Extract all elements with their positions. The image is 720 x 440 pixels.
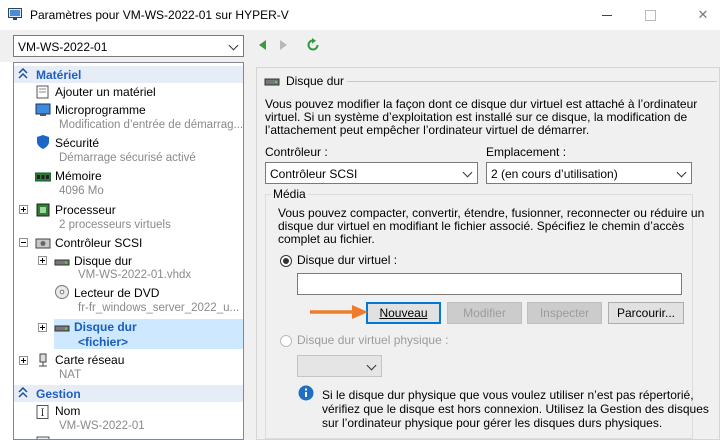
materiel-section-header[interactable]: Matériel: [14, 66, 243, 83]
info-line-2: vérifiez que le disque est hors connexio…: [322, 402, 709, 416]
browse-button[interactable]: Parcourir...: [608, 302, 684, 324]
virtual-disk-radio-label: Disque dur virtuel :: [297, 253, 398, 267]
collapse-chevron-icon[interactable]: [18, 68, 28, 80]
scsi-controller-icon: [35, 238, 51, 249]
tree-item-processor[interactable]: Processeur: [55, 203, 116, 219]
location-select[interactable]: 2 (en cours d’utilisation): [486, 162, 692, 184]
info-line-1: Si le disque dur physique que vous voule…: [322, 388, 694, 402]
annotation-arrow-icon: [310, 305, 368, 319]
hard-disk-icon: [264, 78, 280, 86]
hyper-v-settings-icon: [8, 8, 22, 20]
dvd-drive-detail: fr-fr_windows_server_2022_u...: [78, 302, 240, 314]
gestion-header-label: Gestion: [36, 387, 81, 401]
chevron-down-icon[interactable]: [226, 36, 243, 56]
physical-disk-radio-label: Disque dur virtuel physique :: [297, 333, 449, 347]
tree-item-firmware[interactable]: Microprogramme: [55, 103, 146, 119]
vm-selector-value: VM-WS-2022-01: [18, 40, 108, 54]
materiel-header-label: Matériel: [36, 68, 82, 82]
maximize-button[interactable]: [643, 8, 657, 22]
security-detail: Démarrage sécurisé activé: [59, 152, 196, 164]
tree-item-dvd-drive[interactable]: Lecteur de DVD: [74, 286, 159, 302]
description-line-3: l’attachement peut empêcher l’ordinateur…: [265, 123, 590, 137]
firmware-detail: Modification d’entrée de démarrag...: [59, 119, 244, 131]
settings-pane: Disque dur Vous pouvez modifier la façon…: [252, 62, 720, 440]
dvd-icon: [55, 285, 69, 299]
pane-splitter[interactable]: [244, 62, 252, 440]
tree-item-add-hardware[interactable]: Ajouter un matériel: [55, 85, 156, 101]
vm-selector[interactable]: VM-WS-2022-01: [13, 35, 244, 57]
chevron-down-icon[interactable]: [460, 163, 477, 183]
hard-disk-settings-panel: Disque dur Vous pouvez modifier la façon…: [256, 67, 720, 440]
collapse-chevron-icon[interactable]: [18, 387, 28, 399]
tree-item-hard-disk-2[interactable]: Disque dur: [74, 320, 137, 336]
title-divider: [347, 81, 717, 82]
virtual-disk-path-input[interactable]: [297, 273, 682, 295]
network-adapter-detail: NAT: [59, 369, 82, 381]
physical-disk-select[interactable]: [297, 355, 382, 377]
hard-disk-2-detail: <fichier>: [78, 335, 129, 349]
tree-item-network-adapter[interactable]: Carte réseau: [55, 353, 124, 369]
integration-services-icon: [36, 436, 50, 439]
tree-item-name[interactable]: Nom: [55, 404, 80, 420]
expand-nic-button[interactable]: [19, 356, 28, 365]
edit-button[interactable]: Modifier: [447, 302, 522, 324]
virtual-disk-radio[interactable]: [280, 255, 292, 267]
toolbar: VM-WS-2022-01: [0, 30, 720, 62]
add-hardware-icon: [36, 85, 49, 99]
network-adapter-icon: [39, 353, 47, 367]
svg-text:I: I: [41, 408, 45, 419]
controller-select-value: Contrôleur SCSI: [270, 167, 358, 181]
memory-detail: 4096 Mo: [59, 185, 104, 197]
processor-icon: [36, 203, 50, 217]
panel-title: Disque dur: [286, 74, 345, 88]
location-label: Emplacement :: [486, 145, 567, 159]
firmware-icon: [35, 103, 51, 116]
media-group-label: Média: [271, 187, 308, 201]
tree-item-security[interactable]: Sécurité: [55, 136, 99, 152]
refresh-icon[interactable]: [306, 38, 320, 52]
name-icon: I: [36, 405, 49, 419]
memory-icon: [35, 172, 51, 182]
expand-hdd2-button[interactable]: [38, 323, 47, 332]
hard-disk-icon: [54, 325, 70, 332]
forward-arrow-icon[interactable]: [276, 38, 290, 52]
name-detail: VM-WS-2022-01: [59, 420, 145, 432]
location-select-value: 2 (en cours d’utilisation): [491, 167, 618, 181]
tree-item-hard-disk-1[interactable]: Disque dur: [74, 254, 132, 270]
processor-detail: 2 processeurs virtuels: [59, 219, 171, 231]
collapse-scsi-button[interactable]: [19, 238, 28, 247]
controller-label: Contrôleur :: [265, 145, 328, 159]
minimize-button[interactable]: [600, 8, 614, 22]
controller-select[interactable]: Contrôleur SCSI: [265, 162, 478, 184]
new-button[interactable]: Nouveau: [366, 302, 441, 324]
tree-item-memory[interactable]: Mémoire: [55, 169, 102, 185]
back-arrow-icon[interactable]: [256, 38, 270, 52]
shield-icon: [37, 135, 49, 149]
chevron-down-icon[interactable]: [674, 163, 691, 183]
physical-disk-radio[interactable]: [280, 335, 292, 347]
hard-disk-1-detail: VM-WS-2022-01.vhdx: [78, 269, 192, 281]
window-title: Paramètres pour VM-WS-2022-01 sur HYPER-…: [30, 8, 289, 22]
chevron-down-icon[interactable]: [364, 356, 381, 376]
info-line-3: sur l’ordinateur physique pour gérer les…: [322, 416, 663, 430]
info-icon: [298, 385, 314, 401]
title-bar: Paramètres pour VM-WS-2022-01 sur HYPER-…: [0, 0, 720, 30]
expand-hdd1-button[interactable]: [38, 256, 47, 265]
hardware-tree[interactable]: Matériel Ajouter un matériel Microprogra…: [13, 62, 244, 440]
media-description-line-3: complet au fichier.: [278, 232, 375, 246]
close-button[interactable]: ✕: [688, 8, 718, 22]
gestion-section-header[interactable]: Gestion: [14, 385, 243, 402]
tree-item-scsi-controller[interactable]: Contrôleur SCSI: [55, 236, 142, 252]
expand-processor-button[interactable]: [19, 205, 28, 214]
inspect-button[interactable]: Inspecter: [527, 302, 602, 324]
hard-disk-icon: [54, 259, 70, 266]
